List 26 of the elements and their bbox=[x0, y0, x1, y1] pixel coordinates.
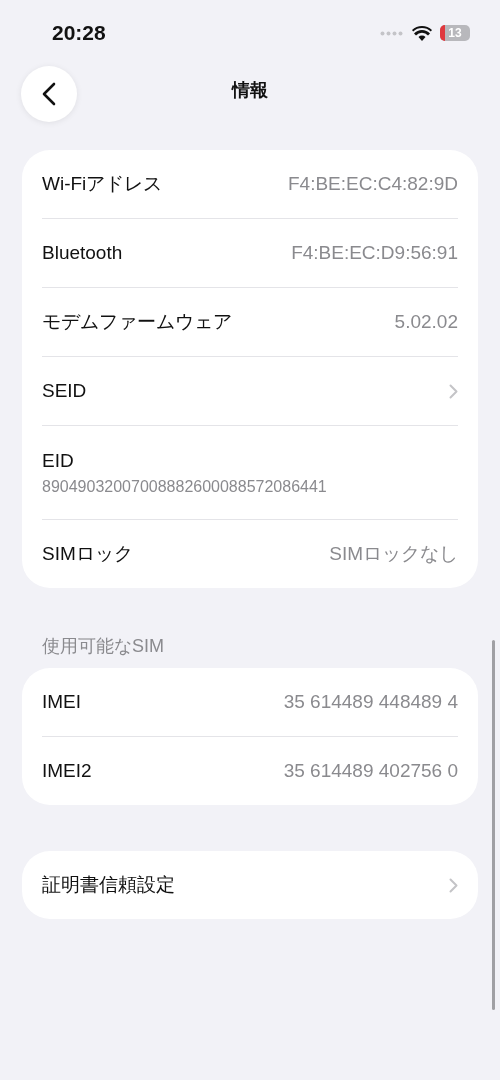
row-value: 35 614489 448489 4 bbox=[283, 691, 458, 713]
section-header: 使用可能なSIM bbox=[41, 635, 165, 658]
row-label: Bluetooth bbox=[42, 242, 123, 264]
row-value: F4:BE:EC:C4:82:9D bbox=[287, 173, 458, 195]
row-label: IMEI bbox=[42, 691, 82, 713]
row-value: 89049032007008882600088572086441 bbox=[42, 477, 327, 496]
chevron-right-icon bbox=[449, 383, 458, 399]
row-value: 5.02.02 bbox=[394, 311, 458, 333]
battery-icon: 13 bbox=[440, 25, 470, 41]
page-title: 情報 bbox=[232, 79, 268, 102]
status-time: 20:28 bbox=[52, 21, 106, 45]
row-label: SIMロック bbox=[42, 542, 133, 566]
row-value: 35 614489 402756 0 bbox=[283, 760, 458, 782]
row-label: Wi-Fiアドレス bbox=[42, 172, 163, 196]
wifi-icon bbox=[412, 25, 432, 41]
chevron-left-icon bbox=[42, 82, 56, 106]
row-label: モデムファームウェア bbox=[42, 310, 232, 334]
back-button[interactable] bbox=[21, 66, 77, 122]
signal-icon bbox=[380, 30, 404, 36]
row-label: IMEI2 bbox=[42, 760, 92, 782]
list-item[interactable]: 証明書信頼設定 bbox=[42, 851, 458, 919]
row-label: EID bbox=[42, 449, 74, 472]
row-value: SIMロックなし bbox=[329, 542, 458, 566]
chevron-right-icon bbox=[449, 877, 458, 893]
row-value: F4:BE:EC:D9:56:91 bbox=[291, 242, 458, 264]
list-item[interactable]: SEID bbox=[42, 357, 458, 426]
